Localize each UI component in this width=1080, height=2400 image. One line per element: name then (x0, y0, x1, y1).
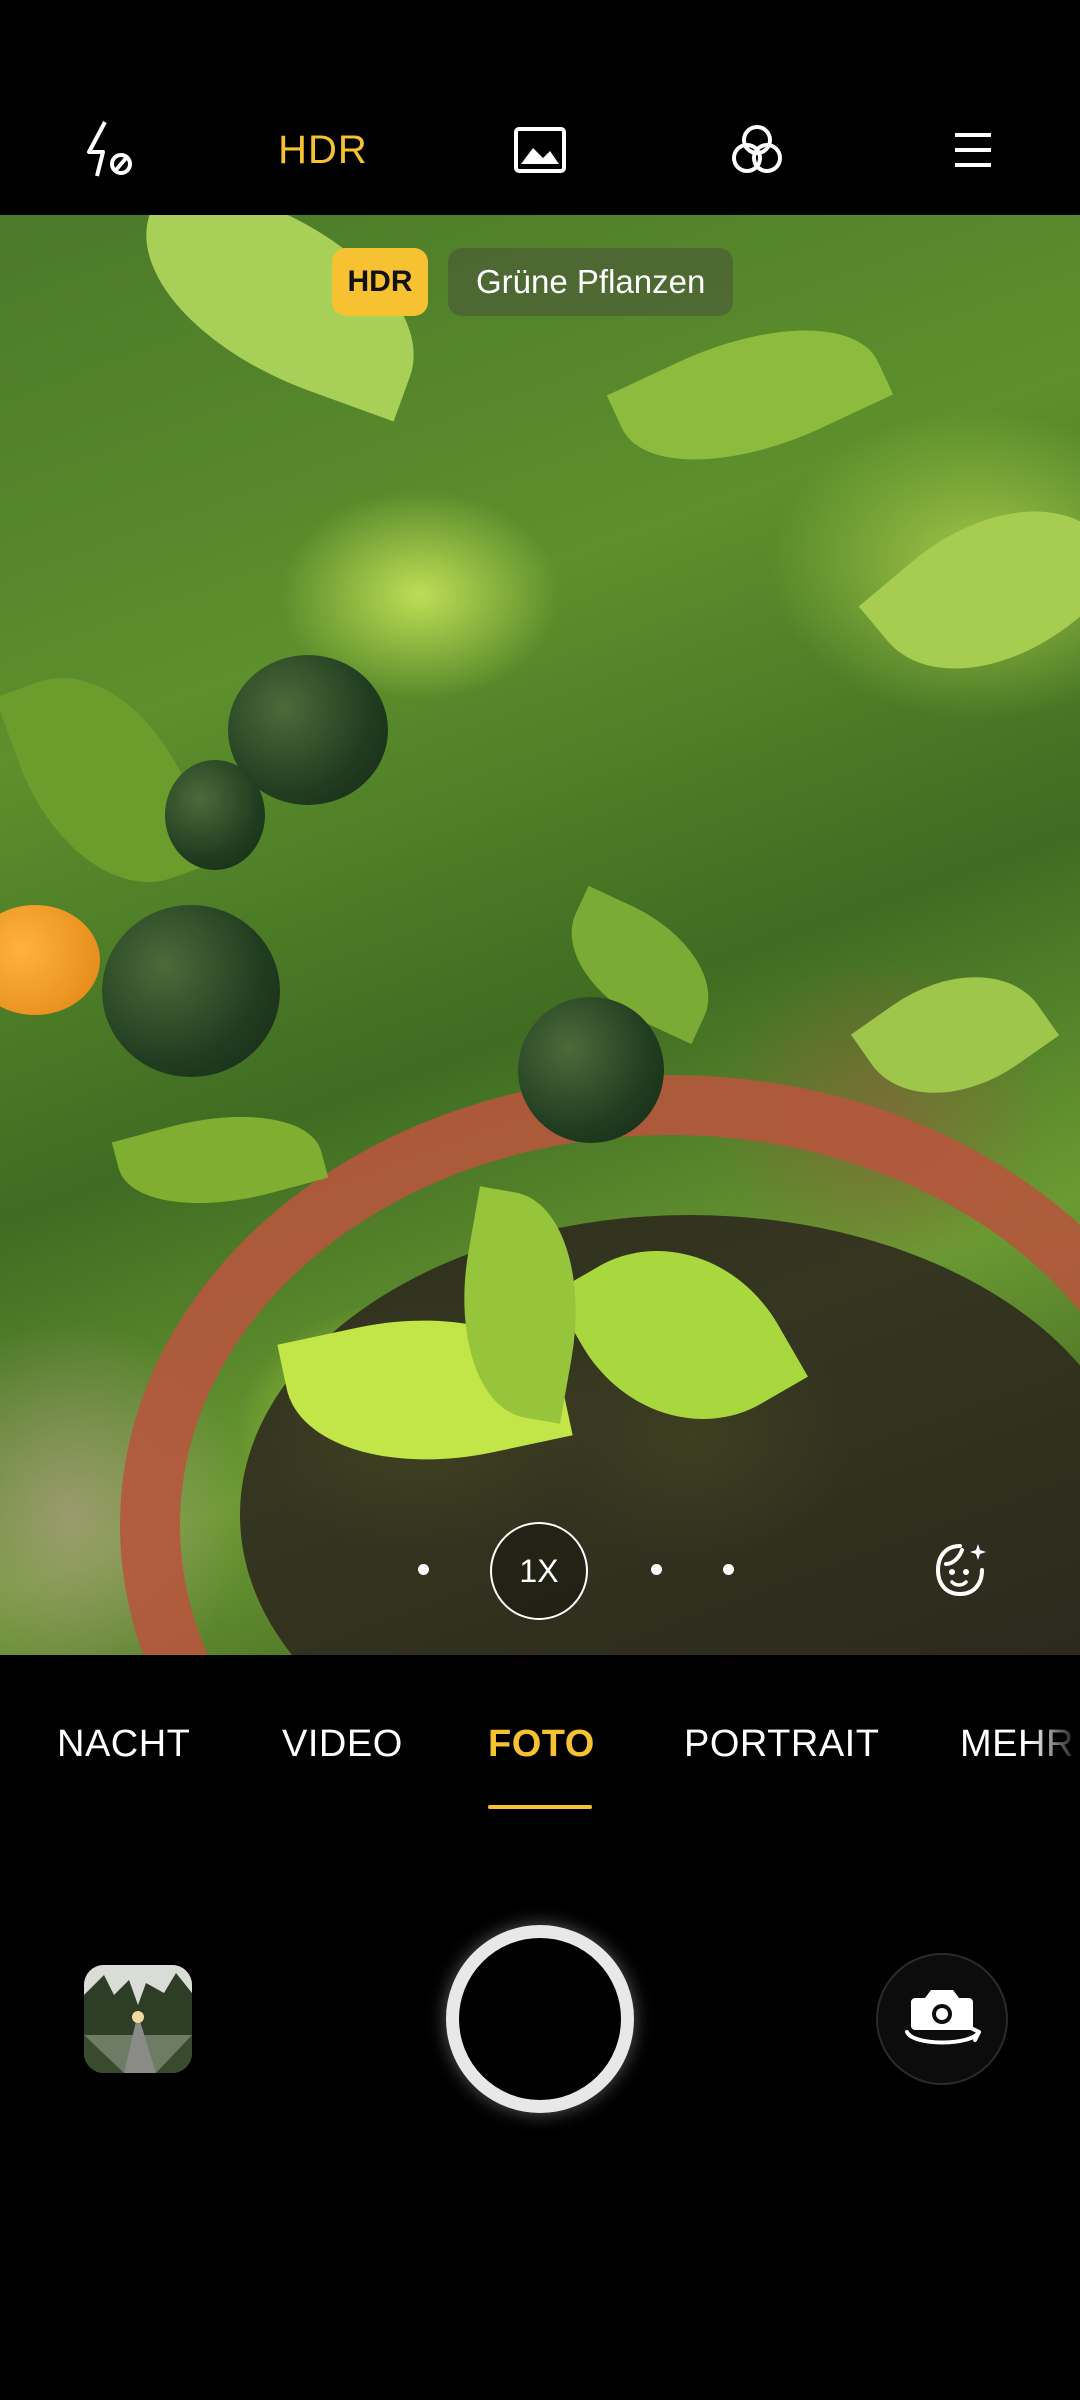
hdr-toggle[interactable]: HDR (268, 110, 378, 190)
camera-flip-icon (905, 1990, 981, 2045)
thumbnail-preview-image (84, 1965, 192, 2073)
mode-photo[interactable]: FOTO (488, 1723, 595, 1766)
scene-detection-label: Grüne Pflanzen (448, 248, 734, 316)
camera-mode-selector: NACHT VIDEO FOTO PORTRAIT MEHR (0, 1655, 1080, 1830)
mode-video[interactable]: VIDEO (282, 1723, 403, 1766)
fruit (165, 760, 265, 870)
filter-button[interactable] (702, 110, 812, 190)
gallery-image-icon (514, 127, 566, 173)
fruit (102, 905, 280, 1077)
flash-auto-icon (87, 121, 132, 177)
camera-toolbar: HDR (0, 0, 1080, 215)
zoom-level-dot[interactable] (418, 1564, 429, 1575)
zoom-level-dot[interactable] (651, 1564, 662, 1575)
fruit (518, 997, 664, 1143)
leaf (858, 458, 1080, 722)
hdr-indicator-badge: HDR (332, 248, 428, 316)
leaf (850, 937, 1060, 1133)
orange-fruit (0, 905, 100, 1015)
beauty-mode-button[interactable] (930, 1540, 990, 1600)
leaf (606, 285, 894, 505)
zoom-level-dot[interactable] (723, 1564, 734, 1575)
mode-portrait[interactable]: PORTRAIT (684, 1723, 879, 1766)
menu-icon (955, 133, 991, 167)
zoom-button[interactable]: 1X (490, 1522, 588, 1620)
settings-menu-button[interactable] (918, 110, 1028, 190)
filter-icon (732, 125, 782, 173)
gallery-thumbnail[interactable] (84, 1965, 192, 2073)
switch-camera-button[interactable] (876, 1953, 1008, 2085)
leaf (111, 215, 449, 422)
image-settings-button[interactable] (485, 110, 595, 190)
mode-night[interactable]: NACHT (57, 1723, 190, 1766)
camera-viewfinder[interactable] (0, 215, 1080, 1655)
mode-fade-overlay (1030, 1715, 1080, 1775)
active-mode-indicator (488, 1805, 592, 1809)
face-beauty-icon (935, 1544, 986, 1597)
shutter-button[interactable] (446, 1925, 634, 2113)
flash-auto-button[interactable] (52, 110, 162, 190)
